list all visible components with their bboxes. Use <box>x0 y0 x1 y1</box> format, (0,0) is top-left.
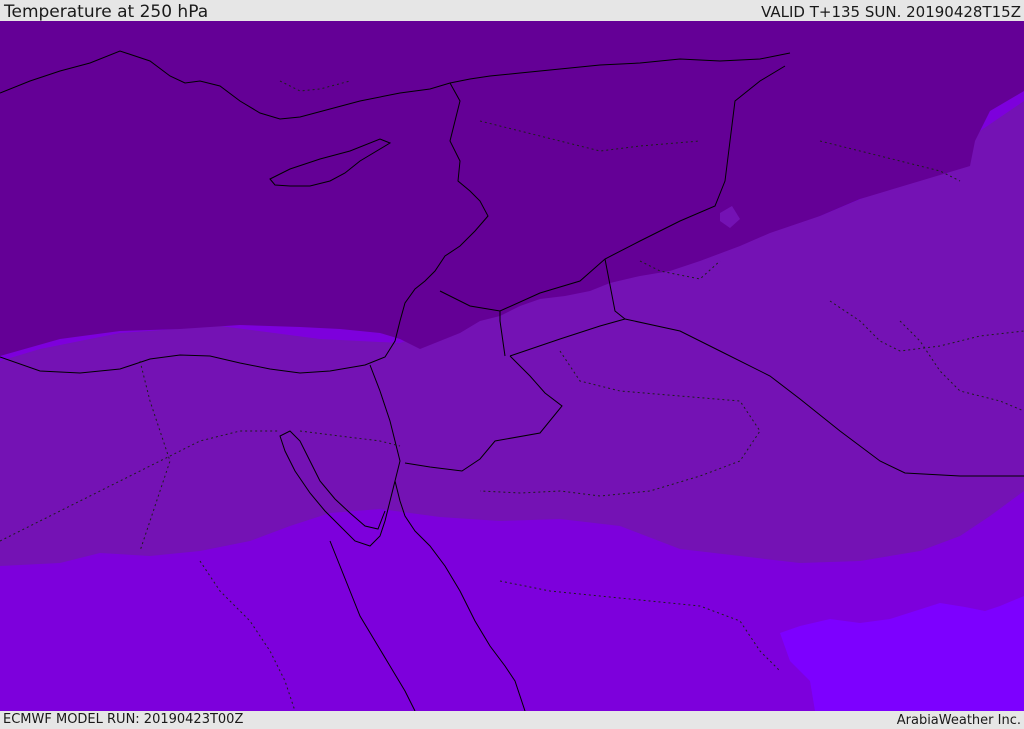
map-title: Temperature at 250 hPa <box>4 2 209 22</box>
model-run-label: ECMWF MODEL RUN: 20190423T00Z <box>3 712 244 727</box>
footer-bar: ECMWF MODEL RUN: 20190423T00Z ArabiaWeat… <box>0 711 1024 729</box>
credit-label: ArabiaWeather Inc. <box>896 713 1021 728</box>
temperature-map[interactable] <box>0 21 1024 711</box>
header-bar: Temperature at 250 hPa VALID T+135 SUN. … <box>0 0 1024 21</box>
valid-time: VALID T+135 SUN. 20190428T15Z <box>761 3 1021 21</box>
